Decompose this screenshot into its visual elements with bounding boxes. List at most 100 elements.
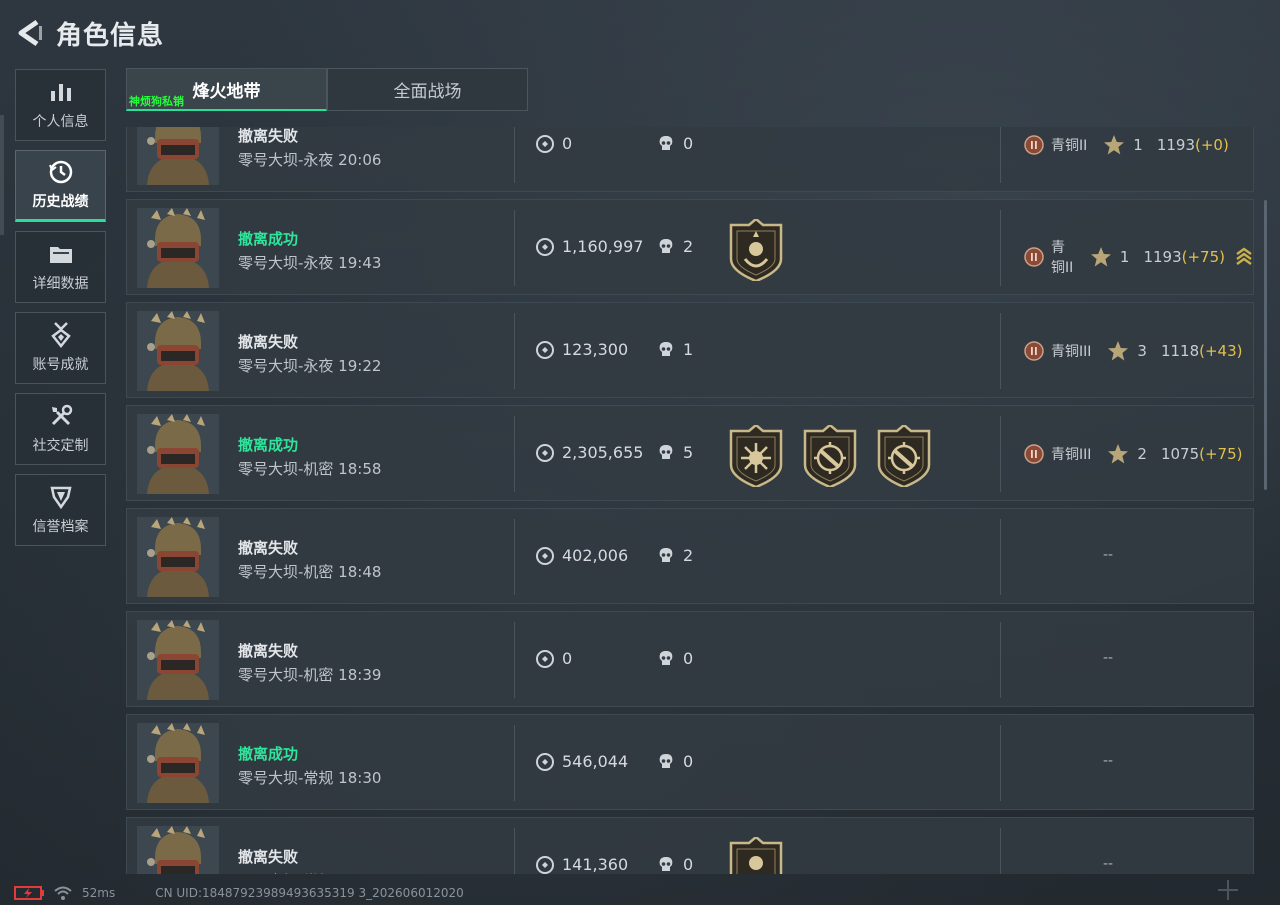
match-row[interactable]: 撤离成功 零号大坝-机密 18:58 2,305,655 5 青铜III 2 1075 (+7… <box>126 405 1254 501</box>
kill-count-text: 2 <box>683 546 694 565</box>
map-and-time: 零号大坝-机密 18:58 <box>238 460 382 478</box>
bronze-rank-icon <box>1023 246 1045 268</box>
skull-icon <box>657 444 675 462</box>
kill-count: 2 <box>657 237 693 256</box>
sidebar: 个人信息 历史战绩 详细数据 账号成就 社交定制 信誉档案 <box>15 69 106 555</box>
crosshair-rifle-badge-icon[interactable] <box>801 423 859 489</box>
divider <box>514 127 515 183</box>
sidebar-item-credit[interactable]: 信誉档案 <box>15 474 106 546</box>
divider <box>1000 519 1001 595</box>
extraction-status: 撤离成功 <box>238 230 299 248</box>
loot-value: 1,160,997 <box>536 237 643 256</box>
star-icon <box>1103 134 1125 156</box>
operator-avatar <box>137 311 219 391</box>
operator-avatar <box>137 620 219 700</box>
folder-icon <box>48 241 74 267</box>
loot-value-text: 0 <box>562 649 573 668</box>
plus-icon <box>1216 878 1240 905</box>
rank-tier: 青铜II <box>1051 240 1074 276</box>
operator-avatar <box>137 723 219 803</box>
divider <box>514 416 515 492</box>
rank-score: 1075 <box>1160 445 1200 463</box>
rank-score: 1118 <box>1160 342 1200 360</box>
star-icon <box>1107 340 1129 362</box>
wreath-badge-icon[interactable] <box>727 217 785 283</box>
extraction-status: 撤离成功 <box>238 745 299 763</box>
extraction-status: 撤离失败 <box>238 333 299 351</box>
extraction-status: 撤离失败 <box>238 539 299 557</box>
loot-value-text: 0 <box>562 134 573 153</box>
match-row[interactable]: 撤离成功 零号大坝-永夜 19:43 1,160,997 2 青铜II 1 1193 (+75… <box>126 199 1254 295</box>
match-history-list[interactable]: 撤离失败 零号大坝-永夜 20:06 0 0 青铜II 1 1193 (+0) 撤离成功 零号大坝… <box>126 127 1254 874</box>
tools-icon <box>48 403 74 429</box>
loot-value: 402,006 <box>536 546 628 565</box>
coin-icon <box>536 546 554 565</box>
divider <box>1000 828 1001 874</box>
sunburst-badge-icon[interactable] <box>727 423 785 489</box>
sidebar-item-detail-data[interactable]: 详细数据 <box>15 231 106 303</box>
sidebar-item-label: 账号成就 <box>32 357 89 373</box>
match-row[interactable]: 撤离失败 零号大坝-机密 18:39 0 0 -- <box>126 611 1254 707</box>
map-and-time: 零号大坝-机密 18:48 <box>238 563 382 581</box>
history-clock-icon <box>48 159 74 185</box>
kill-count-text: 0 <box>683 134 694 153</box>
tab-full-battlefield[interactable]: 全面战场 <box>327 68 528 111</box>
sidebar-item-personal-info[interactable]: 个人信息 <box>15 69 106 141</box>
match-row[interactable]: 撤离失败 零号大坝-永夜 20:06 0 0 青铜II 1 1193 (+0) <box>126 127 1254 192</box>
extraction-status: 撤离成功 <box>238 436 299 454</box>
loot-value: 0 <box>536 649 572 668</box>
divider <box>514 519 515 595</box>
skull-icon <box>657 650 675 668</box>
sidebar-item-achievements[interactable]: 账号成就 <box>15 312 106 384</box>
medal-icon <box>48 322 74 348</box>
tab-label: 全面战场 <box>393 82 462 102</box>
score-delta: (+75) <box>1199 445 1243 463</box>
match-row[interactable]: 撤离失败零号大坝-常规 18:20 141,360 0 -- <box>126 817 1254 874</box>
sidebar-item-label: 个人信息 <box>32 114 89 130</box>
loot-value: 2,305,655 <box>536 443 643 462</box>
skull-icon <box>657 135 675 153</box>
kill-count-text: 0 <box>683 752 694 771</box>
loot-value-text: 1,160,997 <box>562 237 644 256</box>
score-delta: (+0) <box>1195 136 1229 154</box>
loot-value-text: 123,300 <box>562 340 629 359</box>
kill-count: 0 <box>657 752 693 771</box>
sidebar-item-social[interactable]: 社交定制 <box>15 393 106 465</box>
tab-fenghuo[interactable]: 烽火地带 神烦狗私销 <box>126 68 327 111</box>
kill-count: 0 <box>657 649 693 668</box>
badge-list <box>727 423 949 489</box>
score-delta: (+75) <box>1181 248 1225 266</box>
rank-info: 青铜III 3 1118 (+43) <box>1023 340 1242 362</box>
crosshair-rifle-badge-icon[interactable] <box>875 423 933 489</box>
mode-tabs: 烽火地带 神烦狗私销 全面战场 <box>126 68 528 111</box>
match-row[interactable]: 撤离成功 零号大坝-常规 18:30 546,044 0 -- <box>126 714 1254 810</box>
status-bar: 52ms CN UID:18487923989493635319 3_20260… <box>0 880 1280 905</box>
sidebar-item-history[interactable]: 历史战绩 <box>15 150 106 222</box>
divider <box>514 313 515 389</box>
rank-tier: 青铜III <box>1051 447 1092 463</box>
battery-icon <box>14 885 44 900</box>
kill-count-text: 0 <box>683 855 694 874</box>
portrait-badge-icon[interactable] <box>727 835 785 874</box>
star-count: 1 <box>1119 248 1130 266</box>
coin-icon <box>536 237 554 256</box>
watermark-text: 神烦狗私销 <box>129 95 184 108</box>
divider <box>514 725 515 801</box>
divider <box>1000 622 1001 698</box>
rank-info: 青铜II 1 1193 (+75) <box>1023 237 1253 277</box>
divider <box>1000 313 1001 389</box>
extraction-status: 撤离失败 <box>238 848 299 866</box>
wifi-icon <box>54 886 72 900</box>
scrollbar[interactable] <box>1264 200 1267 490</box>
skull-icon <box>657 856 675 874</box>
kill-count: 0 <box>657 134 693 153</box>
match-row[interactable]: 撤离失败 零号大坝-机密 18:48 402,006 2 -- <box>126 508 1254 604</box>
credit-shield-icon <box>48 484 74 510</box>
divider <box>514 622 515 698</box>
kill-count: 2 <box>657 546 693 565</box>
kill-count-text: 0 <box>683 649 694 668</box>
star-icon <box>1107 443 1129 465</box>
match-row[interactable]: 撤离失败 零号大坝-永夜 19:22 123,300 1 青铜III 3 1118 (+43) <box>126 302 1254 398</box>
rank-up-chevron-icon <box>1235 247 1253 267</box>
back-arrow-icon[interactable] <box>12 15 48 51</box>
